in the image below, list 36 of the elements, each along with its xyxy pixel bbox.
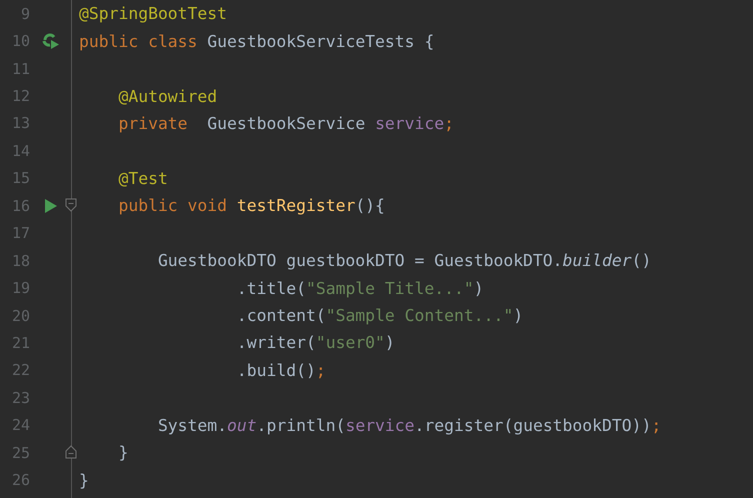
code-line: System.out.println(service.register(guestbookDTO)); [156, 416, 662, 435]
code-line: .content("Sample Content...") [236, 306, 524, 326]
run-class-icon[interactable] [42, 32, 60, 50]
line-number: 11 [10, 60, 30, 78]
code-line: .build(); [236, 360, 326, 380]
line-number: 26 [10, 471, 30, 490]
line-number: 17 [10, 224, 30, 242]
code-line: .title("Sample Title...") [236, 278, 484, 298]
line-number: 9 [20, 4, 30, 23]
line-number: 16 [10, 196, 30, 215]
code-line: } [79, 470, 89, 490]
line-number: 20 [10, 306, 30, 325]
line-number: 13 [10, 114, 30, 132]
run-icon[interactable] [44, 198, 56, 213]
line-number: 10 [10, 32, 30, 50]
line-number: 12 [10, 87, 30, 106]
code-line: public class GuestbookServiceTests { [79, 32, 434, 51]
code-line: @SpringBootTest [79, 4, 228, 24]
line-number: 15 [10, 169, 30, 188]
line-number: 14 [10, 142, 30, 160]
line-number: 18 [10, 252, 30, 270]
code-line: GuestbookDTO guestbookDTO = GuestbookDTO.builder() [156, 251, 652, 270]
code-line: @Test [117, 168, 168, 188]
fold-marker-icon[interactable] [65, 198, 77, 212]
line-number: 21 [10, 334, 30, 352]
code-line: .writer("user0") [236, 333, 395, 352]
code-line: @Autowired [117, 86, 218, 106]
code-line: } [117, 443, 128, 462]
line-number: 23 [10, 388, 30, 407]
code-line: private GuestbookService service; [117, 114, 454, 133]
line-number: 25 [10, 444, 30, 462]
line-number: 19 [10, 279, 30, 298]
line-number: 22 [10, 361, 30, 380]
line-number: 24 [10, 416, 30, 434]
code-line: public void testRegister(){ [117, 196, 385, 216]
fold-marker-icon[interactable] [65, 445, 77, 459]
